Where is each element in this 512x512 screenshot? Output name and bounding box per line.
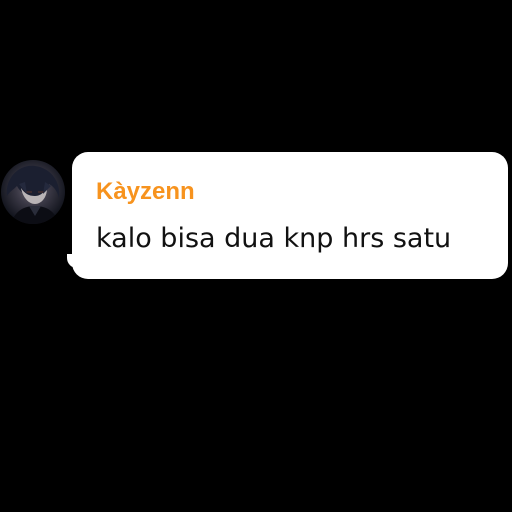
sender-name[interactable]: Kàyzenn xyxy=(96,178,195,206)
message-bubble[interactable]: Kàyzenn kalo bisa dua knp hrs satu xyxy=(72,152,508,279)
chat-screen: Kàyzenn kalo bisa dua knp hrs satu xyxy=(0,0,512,512)
user-avatar-icon[interactable] xyxy=(1,160,65,224)
message-text: kalo bisa dua knp hrs satu xyxy=(96,223,452,254)
